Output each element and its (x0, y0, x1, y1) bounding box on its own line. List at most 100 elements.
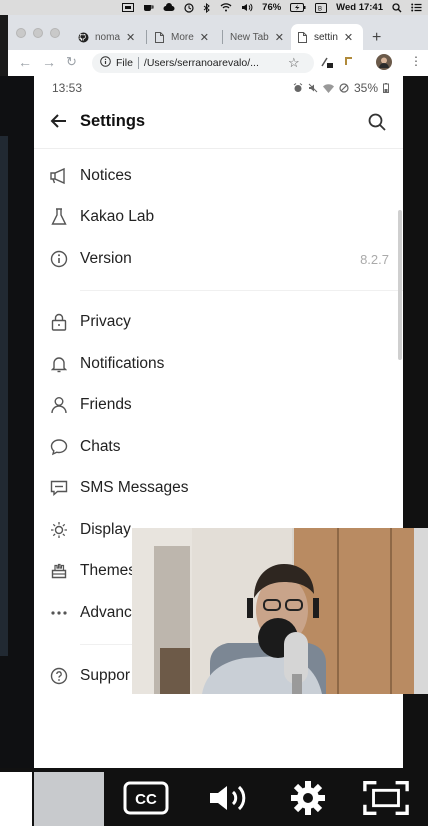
extension-2-icon[interactable] (344, 55, 356, 70)
forward-arrow-icon[interactable]: → (42, 54, 56, 70)
svg-text:B: B (318, 6, 322, 12)
settings-item-friends[interactable]: Friends (34, 385, 403, 425)
alarm-icon (293, 83, 303, 92)
settings-item-label: Privacy (80, 313, 131, 330)
phone-scrollbar[interactable] (398, 210, 402, 360)
sms-icon (48, 477, 70, 499)
progress-segment-played[interactable] (0, 772, 32, 826)
screen-root: 76% B Wed 17:41 noma ✕ More ✕ New Tab ✕ … (0, 0, 428, 826)
browser-tab-2[interactable]: More ✕ (148, 24, 223, 50)
lock-icon (48, 311, 70, 333)
settings-item-label: Suppor (80, 667, 130, 684)
brush-icon (48, 560, 70, 582)
url-text[interactable]: /Users/serranoarevalo/... (144, 57, 259, 69)
wifi-icon[interactable] (220, 3, 232, 12)
cloud-icon[interactable] (163, 3, 175, 12)
settings-item-notices[interactable]: Notices (34, 156, 403, 196)
settings-item-label: Themes (80, 562, 136, 579)
settings-item-label: Kakao Lab (80, 208, 155, 225)
spotlight-search-icon[interactable] (392, 2, 402, 13)
bookmark-star-icon[interactable]: ☆ (288, 55, 300, 71)
close-tab-4-icon[interactable]: ✕ (344, 31, 353, 44)
bluetooth-icon[interactable] (203, 2, 211, 13)
settings-item-sms-messages[interactable]: SMS Messages (34, 468, 403, 508)
video-control-bar: CC (0, 768, 428, 826)
browser-tab-4-label: settin (314, 31, 338, 43)
settings-item-version[interactable]: Version 8.2.7 (34, 239, 403, 279)
notification-center-icon[interactable] (411, 3, 422, 12)
reload-icon[interactable]: ↻ (66, 54, 77, 70)
svg-text:CC: CC (135, 791, 157, 808)
back-arrow-icon[interactable] (48, 110, 70, 132)
zoom-window-button[interactable] (50, 28, 60, 38)
settings-item-kakao-lab[interactable]: Kakao Lab (34, 197, 403, 237)
settings-item-chats[interactable]: Chats (34, 427, 403, 467)
window-controls (16, 28, 60, 38)
phone-battery-icon (383, 83, 389, 93)
phone-status-bar: 13:53 35% (34, 76, 403, 100)
background-window-edge (0, 136, 8, 656)
webcam-overlay (132, 528, 428, 694)
settings-item-label: Notifications (80, 355, 165, 372)
omnibox-divider (137, 57, 139, 69)
battery-icon[interactable] (290, 3, 306, 12)
person-icon (48, 394, 70, 416)
screen-icon[interactable] (122, 3, 135, 12)
volume-icon[interactable] (204, 778, 252, 818)
chat-bubble-icon (48, 436, 70, 458)
browser-menu-icon[interactable]: ⋮ (410, 54, 422, 68)
info-icon (48, 248, 70, 270)
search-icon[interactable] (367, 112, 387, 132)
phone-time: 13:53 (52, 81, 83, 95)
settings-item-label: Display (80, 521, 131, 538)
new-tab-button[interactable]: + (372, 29, 381, 47)
close-tab-1-icon[interactable]: ✕ (126, 31, 135, 44)
no-signal-icon (339, 83, 349, 93)
progress-segment-buffered[interactable] (34, 772, 104, 826)
phone-status-icons: 35% (293, 81, 389, 95)
captions-icon[interactable]: CC (122, 778, 170, 818)
volume-menubar-icon[interactable] (241, 3, 253, 12)
tab-strip: noma ✕ More ✕ New Tab ✕ settin ✕ + (8, 15, 428, 50)
settings-header: Settings (34, 104, 403, 144)
battery-percent: 76% (262, 2, 282, 13)
browser-tab-3[interactable]: New Tab ✕ (224, 24, 296, 50)
page-icon (297, 31, 308, 43)
page-icon (154, 31, 165, 43)
profile-avatar[interactable] (376, 54, 392, 73)
header-divider (34, 148, 403, 149)
flask-icon (48, 206, 70, 228)
coffee-icon[interactable] (143, 3, 154, 12)
bell-icon (48, 353, 70, 375)
browser-tab-3-label: New Tab (230, 31, 269, 43)
macos-menu-bar: 76% B Wed 17:41 (0, 0, 428, 15)
time-machine-icon[interactable] (184, 2, 194, 13)
browser-tab-1[interactable]: noma ✕ (72, 24, 147, 50)
help-icon (48, 665, 70, 687)
close-tab-3-icon[interactable]: ✕ (275, 31, 284, 44)
settings-item-privacy[interactable]: Privacy (34, 302, 403, 342)
back-arrow-icon[interactable]: ← (18, 54, 32, 70)
settings-item-notifications[interactable]: Notifications (34, 344, 403, 384)
phone-battery-percent: 35% (353, 81, 378, 95)
close-window-button[interactable] (16, 28, 26, 38)
browser-tab-4-active[interactable]: settin ✕ (291, 24, 363, 50)
browser-tab-2-label: More (171, 31, 194, 43)
menubar-clock[interactable]: Wed 17:41 (336, 2, 383, 13)
page-title: Settings (80, 112, 146, 130)
background-window (0, 76, 34, 768)
fullscreen-icon[interactable] (362, 778, 410, 818)
minimize-window-button[interactable] (33, 28, 43, 38)
input-source-icon[interactable]: B (315, 2, 328, 13)
url-scheme-label: File (116, 57, 133, 69)
info-circle-icon[interactable] (100, 56, 111, 70)
settings-item-label: Notices (80, 167, 132, 184)
settings-item-label: Chats (80, 438, 121, 455)
webcam-presenter-image (132, 528, 428, 694)
browser-window: noma ✕ More ✕ New Tab ✕ settin ✕ + ← → ↻… (8, 15, 428, 76)
settings-gear-icon[interactable] (284, 778, 332, 818)
extension-icon[interactable] (320, 55, 334, 72)
address-bar[interactable]: File /Users/serranoarevalo/... (92, 53, 314, 73)
settings-item-label: Friends (80, 396, 132, 413)
close-tab-2-icon[interactable]: ✕ (200, 31, 209, 44)
